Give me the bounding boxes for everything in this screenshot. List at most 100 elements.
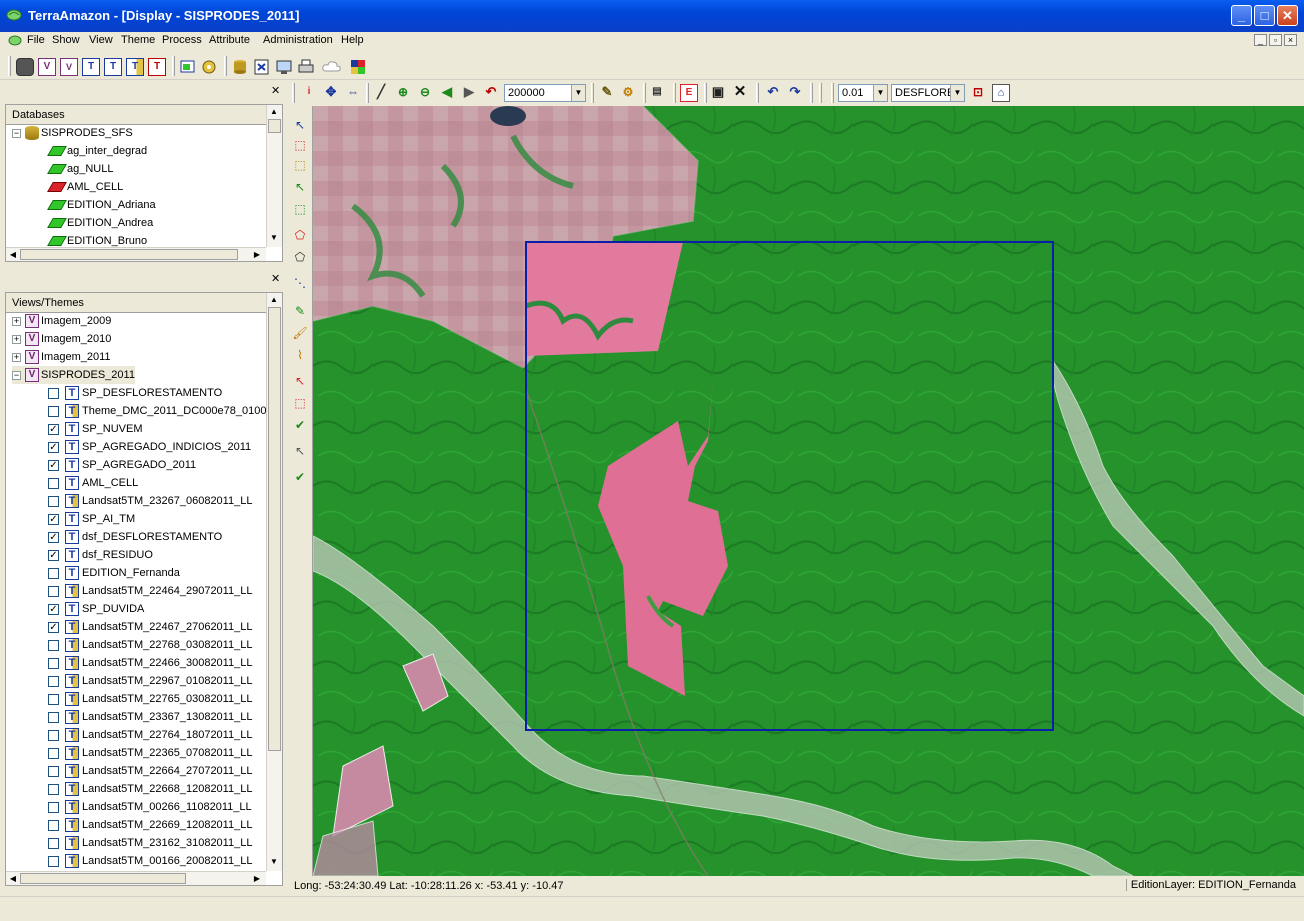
- theme-checkbox[interactable]: [48, 477, 59, 489]
- views-hscroll[interactable]: ◀ ▶: [6, 871, 266, 885]
- theme-checkbox[interactable]: [48, 747, 59, 759]
- scroll-left-icon[interactable]: ◀: [6, 872, 20, 886]
- theme-item[interactable]: ✓ T Landsat5TM_22467_27062011_LL: [48, 618, 252, 636]
- scroll-thumb[interactable]: [268, 307, 281, 751]
- theme-item[interactable]: T Landsat5TM_22464_29072011_LL: [48, 582, 252, 600]
- pointer-red-icon[interactable]: ↖: [291, 372, 309, 390]
- theme-checkbox[interactable]: ✓: [48, 459, 59, 471]
- edition-button[interactable]: E: [680, 84, 698, 102]
- scroll-thumb[interactable]: [268, 119, 281, 133]
- maximize-button[interactable]: □: [1254, 5, 1275, 26]
- theme-item[interactable]: ✓ T SP_AGREGADO_INDICIOS_2011: [48, 438, 251, 456]
- menu-view[interactable]: View: [89, 34, 113, 46]
- polygon-edit-icon[interactable]: ⬠: [291, 248, 309, 266]
- theme-item[interactable]: T Landsat5TM_00166_20082011_LL: [48, 852, 252, 870]
- menu-administration[interactable]: Administration: [263, 34, 333, 46]
- databases-vscroll[interactable]: ▲ ▼: [266, 105, 282, 247]
- expand-icon[interactable]: +: [12, 352, 21, 362]
- theme-checkbox[interactable]: [48, 711, 59, 723]
- select-box-icon[interactable]: ⬚: [291, 136, 309, 154]
- theme-checkbox[interactable]: [48, 387, 59, 399]
- chevron-down-icon[interactable]: ▼: [950, 85, 964, 101]
- select-green-icon[interactable]: ↖: [291, 178, 309, 196]
- topology-icon[interactable]: ⌂: [992, 84, 1010, 102]
- menu-show[interactable]: Show: [52, 34, 80, 46]
- theme-item[interactable]: T SP_DESFLORESTAMENTO: [48, 384, 222, 402]
- toolbar-grip[interactable]: [591, 83, 594, 103]
- theme-item[interactable]: T Landsat5TM_22668_12082011_LL: [48, 780, 252, 798]
- layer-item[interactable]: EDITION_Adriana: [47, 196, 156, 214]
- back-arrow-icon[interactable]: ◀: [438, 84, 456, 102]
- theme-item[interactable]: ✓ T SP_DUVIDA: [48, 600, 144, 618]
- theme-item[interactable]: T Landsat5TM_22466_30082011_LL: [48, 654, 252, 672]
- menu-theme[interactable]: Theme: [121, 34, 155, 46]
- stop-icon[interactable]: [16, 58, 34, 76]
- brush-icon[interactable]: 🖌: [291, 324, 309, 342]
- toolbar-grip[interactable]: [172, 56, 175, 76]
- theme-checkbox[interactable]: [48, 819, 59, 831]
- gear-icon[interactable]: [200, 58, 218, 76]
- theme-checkbox[interactable]: [48, 783, 59, 795]
- expand-icon[interactable]: +: [12, 334, 21, 344]
- view-item[interactable]: + V Imagem_2011: [12, 348, 111, 366]
- theme-item[interactable]: ✓ T SP_AGREGADO_2011: [48, 456, 196, 474]
- add-view-button[interactable]: V: [38, 58, 56, 76]
- view-item[interactable]: − V SISPRODES_2011: [12, 366, 135, 384]
- toolbar-grip[interactable]: [673, 83, 676, 103]
- menu-attribute[interactable]: Attribute: [209, 34, 250, 46]
- scroll-right-icon[interactable]: ▶: [250, 248, 264, 262]
- theme-item[interactable]: T Landsat5TM_22669_12082011_LL: [48, 816, 252, 834]
- toolbar-grip[interactable]: [366, 83, 369, 103]
- view-item[interactable]: + V Imagem_2009: [12, 312, 111, 330]
- mdi-minimize-button[interactable]: _: [1254, 34, 1267, 46]
- theme-checkbox[interactable]: [48, 585, 59, 597]
- theme-checkbox[interactable]: [48, 495, 59, 507]
- view-item[interactable]: + V Imagem_2010: [12, 330, 111, 348]
- databases-hscroll[interactable]: ◀ ▶: [6, 247, 266, 261]
- minimize-button[interactable]: _: [1231, 5, 1252, 26]
- theme-item[interactable]: ✓ Tdsf_RESIDUO: [48, 546, 153, 564]
- broom-icon[interactable]: ⌇: [291, 346, 309, 364]
- pencil-icon[interactable]: ✎: [291, 302, 309, 320]
- vertex-move-icon[interactable]: ⋱: [291, 274, 309, 292]
- database-root[interactable]: − SISPRODES_SFS: [12, 124, 133, 142]
- theme-item[interactable]: T Landsat5TM_22664_27072011_LL: [48, 762, 252, 780]
- toolbar-grip[interactable]: [831, 83, 834, 103]
- undo-zoom-icon[interactable]: ↶: [482, 84, 500, 102]
- menu-help[interactable]: Help: [341, 34, 364, 46]
- scroll-thumb[interactable]: [20, 873, 186, 884]
- pointer-box-icon[interactable]: ⬚: [291, 394, 309, 412]
- polygon-draw-icon[interactable]: ⬠: [291, 226, 309, 244]
- mdi-restore-button[interactable]: ▫: [1269, 34, 1282, 46]
- toolbar-grip[interactable]: [819, 83, 822, 103]
- info-icon[interactable]: i: [300, 84, 318, 102]
- theme-item[interactable]: T Landsat5TM_23367_13082011_LL: [48, 708, 252, 726]
- display-icon[interactable]: [179, 58, 197, 76]
- layers-icon[interactable]: [349, 58, 367, 76]
- scroll-left-icon[interactable]: ◀: [6, 248, 20, 262]
- toolbar-grip[interactable]: [643, 83, 646, 103]
- scroll-up-icon[interactable]: ▲: [267, 293, 281, 307]
- theme-checkbox[interactable]: [48, 801, 59, 813]
- print-icon[interactable]: [297, 58, 315, 76]
- pan-icon[interactable]: ✥: [322, 84, 340, 102]
- theme-item[interactable]: T Landsat5TM_23267_06082011_LL: [48, 492, 252, 510]
- zoom-in-icon[interactable]: ⊕: [394, 84, 412, 102]
- theme-item[interactable]: T Landsat5TM_22967_01082011_LL: [48, 672, 252, 690]
- views-vscroll[interactable]: ▲ ▼: [266, 293, 282, 871]
- theme-item[interactable]: T Landsat5TM_00266_11082011_LL: [48, 798, 252, 816]
- scroll-up-icon[interactable]: ▲: [267, 105, 281, 119]
- theme-checkbox[interactable]: ✓: [48, 621, 59, 633]
- map-canvas[interactable]: [313, 106, 1304, 876]
- toolbar-grip[interactable]: [292, 83, 295, 103]
- toolbar-grip[interactable]: [224, 56, 227, 76]
- layer-item[interactable]: EDITION_Andrea: [47, 214, 153, 232]
- menu-file[interactable]: File: [27, 34, 45, 46]
- tolerance-combo[interactable]: 0.01 ▼: [838, 84, 888, 102]
- views-close-icon[interactable]: ✕: [271, 272, 280, 285]
- add-theme-button[interactable]: T: [82, 58, 100, 76]
- forward-arrow-icon[interactable]: ▶: [460, 84, 478, 102]
- toolbar-grip[interactable]: [756, 83, 759, 103]
- pointer-gray-icon[interactable]: ↖: [291, 442, 309, 460]
- vertex-icon[interactable]: ⊡: [969, 84, 987, 102]
